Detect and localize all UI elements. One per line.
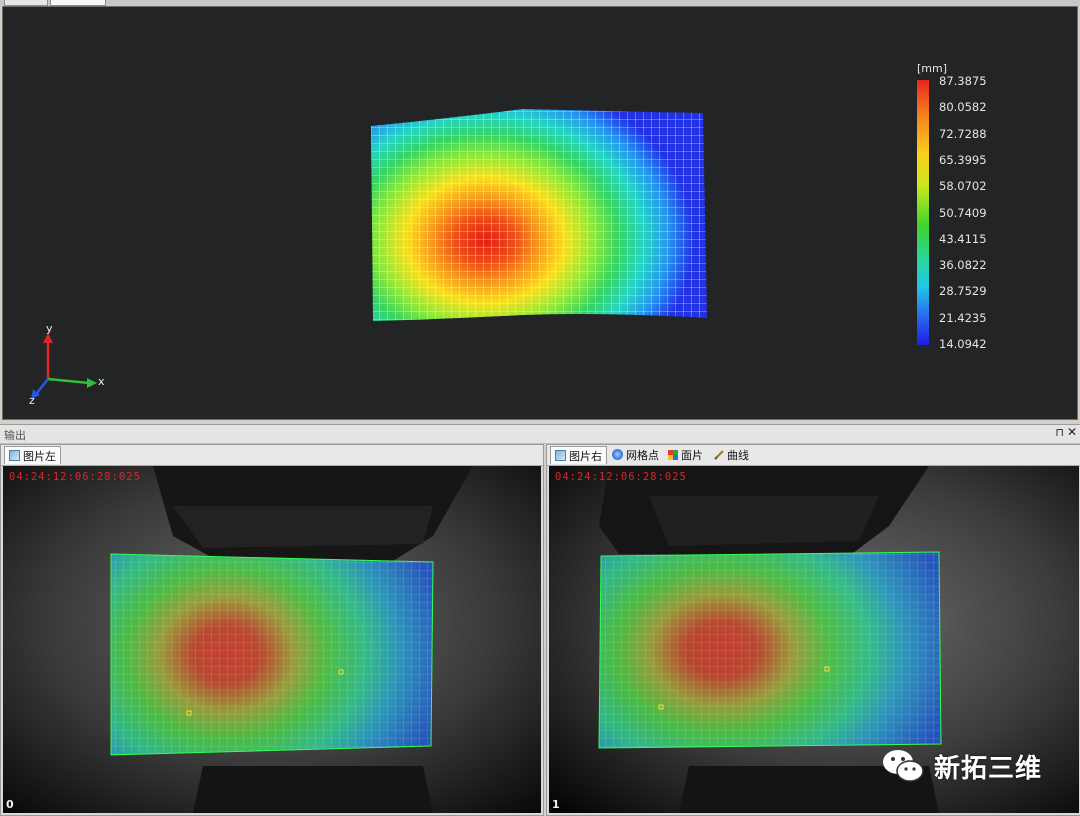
x-axis-arrowhead (87, 378, 97, 388)
tab-curve[interactable]: 曲线 (710, 446, 753, 463)
legend-color-bar (917, 80, 929, 345)
right-panel-tabs: 图片右 网格点 面片 曲线 (547, 445, 1080, 466)
tab-facet[interactable]: 面片 (664, 446, 707, 463)
wechat-icon (883, 750, 924, 782)
tab-image-right[interactable]: 图片右 (550, 446, 607, 464)
tab-image-left[interactable]: 图片左 (4, 446, 61, 464)
camera-index: 1 (552, 798, 560, 811)
legend-tick-label: 36.0822 (939, 258, 987, 273)
legend-tick-label: 58.0702 (939, 179, 987, 194)
z-axis-label: z (29, 394, 35, 407)
timestamp: 04:24:12:06:28:025 (555, 471, 687, 483)
left-camera-panel: 图片左 04:24:12:06:28:025 0 (0, 444, 544, 816)
timestamp: 04:24:12:06:28:025 (9, 471, 141, 483)
facet-icon (668, 449, 678, 460)
color-scale-legend: [mm] 87.3875 80.0582 72.7288 65.3995 58.0702… (908, 62, 1008, 362)
tab-label: 图片右 (569, 449, 602, 463)
tab-label: 网格点 (626, 448, 659, 462)
3d-viewport[interactable]: y x z [mm] 87.3875 80.0582 72.7288 65.3995 5… (2, 6, 1078, 420)
close-icon[interactable]: ✕ (1067, 425, 1077, 439)
tab-label: 面片 (681, 448, 703, 462)
tab-grid-points[interactable]: 网格点 (608, 446, 663, 463)
displacement-surface[interactable] (371, 109, 707, 321)
legend-tick-label: 50.7409 (939, 205, 987, 220)
legend-tick-label: 80.0582 (939, 100, 987, 115)
camera-index: 0 (6, 798, 14, 811)
image-icon (555, 450, 566, 461)
left-overlay-surface (110, 553, 434, 756)
x-axis-label: x (98, 375, 105, 388)
legend-tick-label: 21.4235 (939, 310, 987, 325)
watermark-text: 新拓三维 (934, 753, 1043, 784)
left-camera-canvas (3, 466, 541, 813)
output-pane-title: 输出 (4, 429, 26, 442)
watermark: 新拓三维 (880, 746, 1042, 786)
tab-label: 图片左 (23, 449, 56, 463)
right-overlay-surface (598, 551, 942, 749)
y-axis-label: y (46, 322, 53, 335)
x-axis-arrow (47, 377, 90, 385)
legend-tick-label: 14.0942 (939, 337, 987, 351)
legend-tick-label: 43.4115 (939, 231, 987, 246)
left-camera-image[interactable]: 04:24:12:06:28:025 0 (3, 466, 541, 813)
legend-tick-label: 87.3875 (939, 74, 987, 88)
image-icon (9, 450, 20, 461)
left-panel-tabs: 图片左 (1, 445, 543, 466)
legend-tick-label: 65.3995 (939, 152, 987, 167)
pin-icon[interactable]: ⊓ (1055, 426, 1064, 439)
curve-icon (714, 449, 724, 460)
z-axis-arrow (36, 378, 49, 394)
axis-triad (31, 333, 97, 399)
tab-label: 曲线 (727, 448, 749, 462)
grid-points-icon (612, 449, 623, 460)
output-pane-header: 输出 ⊓ ✕ (0, 424, 1080, 444)
legend-tick-label: 72.7288 (939, 126, 987, 141)
legend-tick-label: 28.7529 (939, 284, 987, 299)
